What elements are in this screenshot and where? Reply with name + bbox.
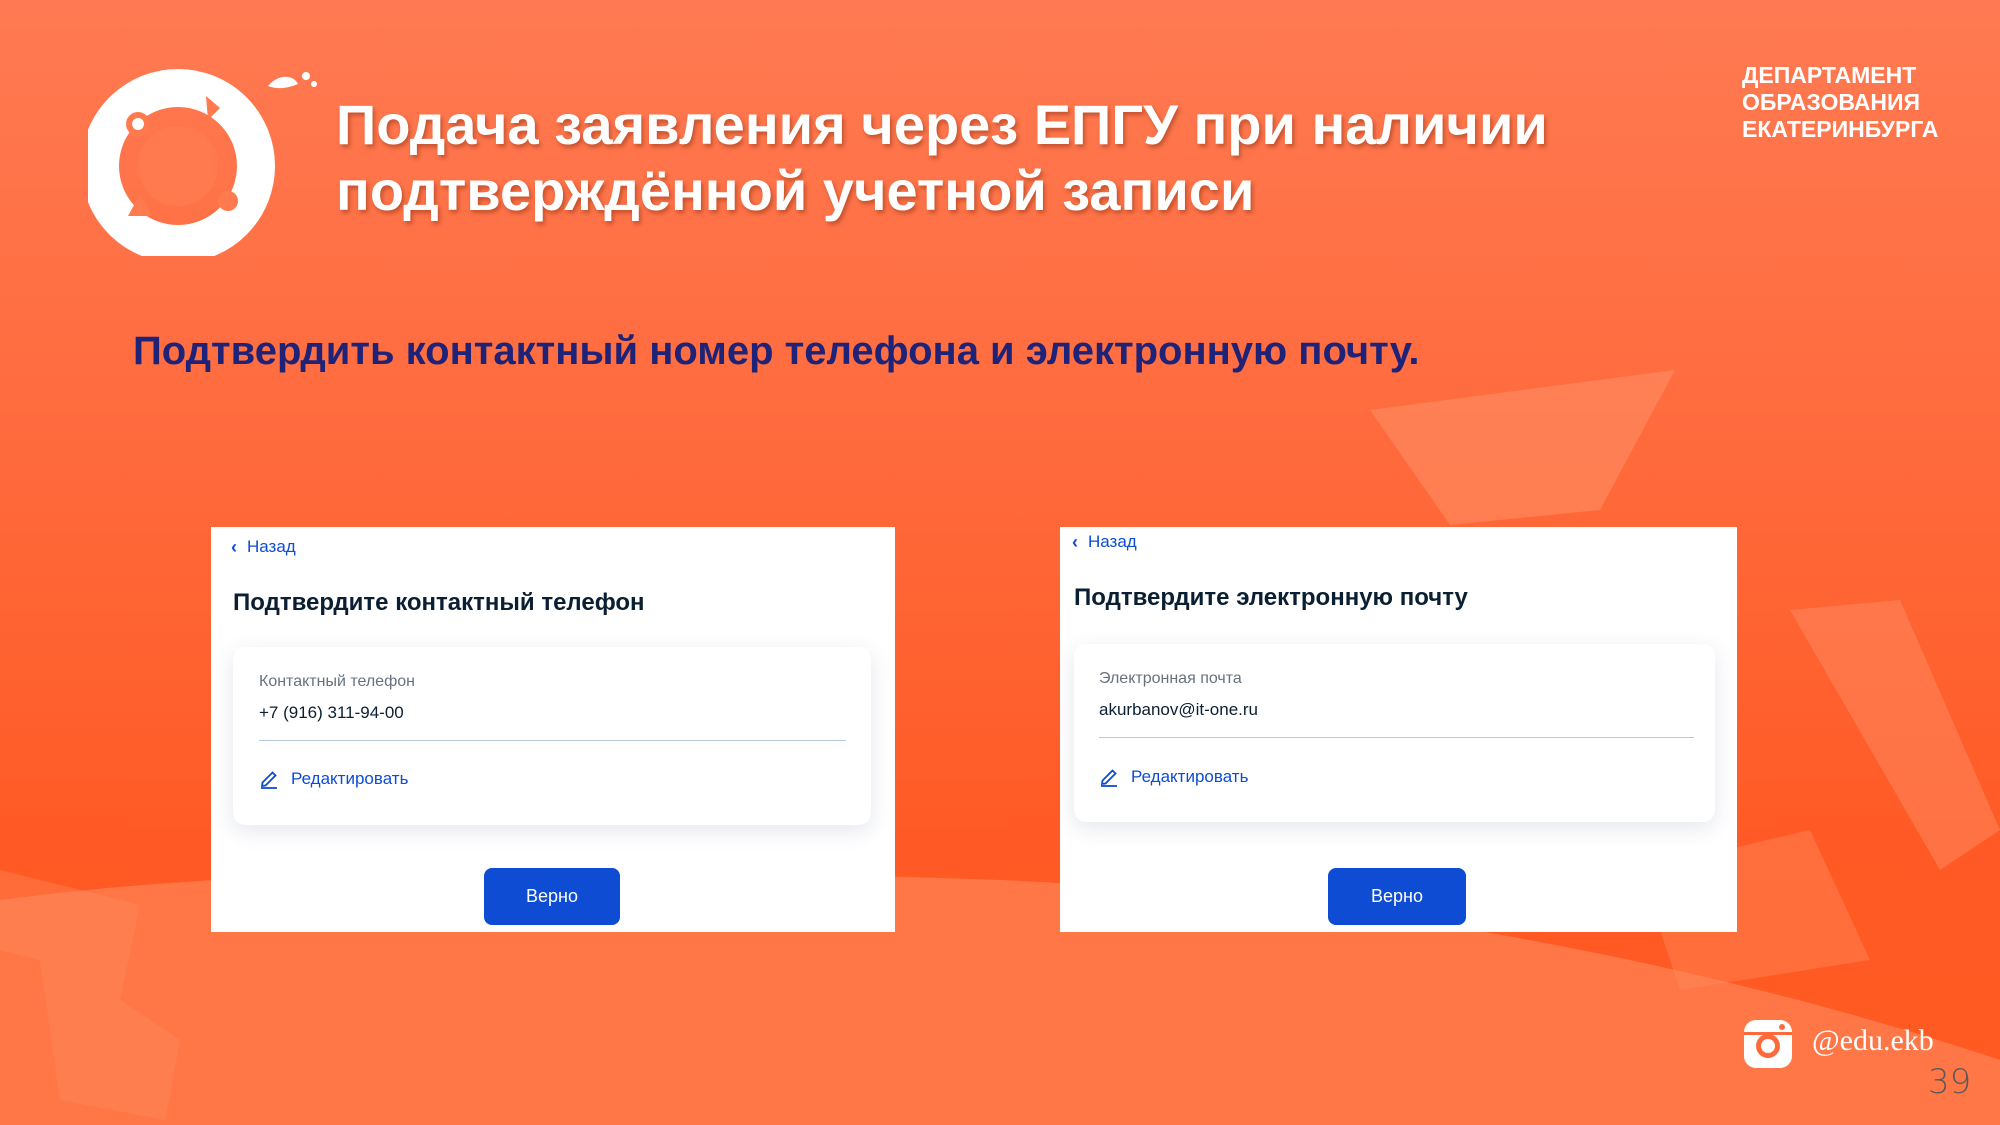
phone-field-value: +7 (916) 311-94-00	[259, 703, 404, 722]
confirm-phone-button[interactable]: Верно	[484, 868, 620, 925]
phone-field-label: Контактный телефон	[259, 673, 415, 690]
field-divider	[259, 740, 846, 741]
phone-field-card: Контактный телефон +7 (916) 311-94-00 Ре…	[233, 647, 871, 825]
pencil-icon	[260, 771, 277, 789]
chevron-left-icon: ‹	[231, 537, 237, 557]
email-field-value: akurbanov@it-one.ru	[1099, 700, 1259, 719]
email-field-card: Электронная почта akurbanov@it-one.ru Ре…	[1074, 644, 1715, 822]
edit-phone-link[interactable]: Редактировать	[259, 769, 408, 789]
confirm-email-button[interactable]: Верно	[1328, 868, 1466, 925]
page-title: Подача заявления через ЕПГУ при наличии …	[336, 92, 1716, 224]
instagram-handle: @edu.ekb	[1812, 1024, 1934, 1057]
phone-confirm-screenshot: ‹ Назад Подтвердите контактный телефон К…	[211, 527, 895, 932]
field-divider	[1099, 737, 1694, 738]
email-confirm-screenshot: ‹ Назад Подтвердите электронную почту Эл…	[1060, 527, 1737, 932]
department-line-2: ОБРАЗОВАНИЯ	[1742, 89, 1921, 115]
title-line-1: Подача заявления через ЕПГУ при наличии	[336, 93, 1548, 156]
back-link[interactable]: ‹ Назад	[1072, 532, 1137, 552]
department-name: ДЕПАРТАМЕНТ ОБРАЗОВАНИЯ ЕКАТЕРИНБУРГА	[1742, 62, 1972, 143]
email-field-label: Электронная почта	[1099, 670, 1242, 687]
back-link[interactable]: ‹ Назад	[231, 537, 296, 557]
edit-link-label: Редактировать	[291, 769, 409, 788]
edit-link-label: Редактировать	[1131, 767, 1249, 786]
chevron-left-icon: ‹	[1072, 532, 1078, 552]
title-line-2: подтверждённой учетной записи	[336, 159, 1255, 222]
screen-heading: Подтвердите контактный телефон	[233, 589, 645, 616]
pencil-icon	[1100, 769, 1117, 787]
logo-ring-icon	[88, 69, 317, 256]
department-line-3: ЕКАТЕРИНБУРГА	[1742, 116, 1939, 142]
screen-heading: Подтвердите электронную почту	[1074, 584, 1468, 611]
edit-email-link[interactable]: Редактировать	[1099, 767, 1248, 787]
page-number: 39	[1928, 1062, 1972, 1102]
back-link-label: Назад	[247, 537, 296, 556]
department-line-1: ДЕПАРТАМЕНТ	[1742, 62, 1917, 88]
back-link-label: Назад	[1088, 532, 1137, 551]
slide-subtitle: Подтвердить контактный номер телефона и …	[133, 329, 1420, 373]
instagram-icon	[1744, 1020, 1792, 1068]
